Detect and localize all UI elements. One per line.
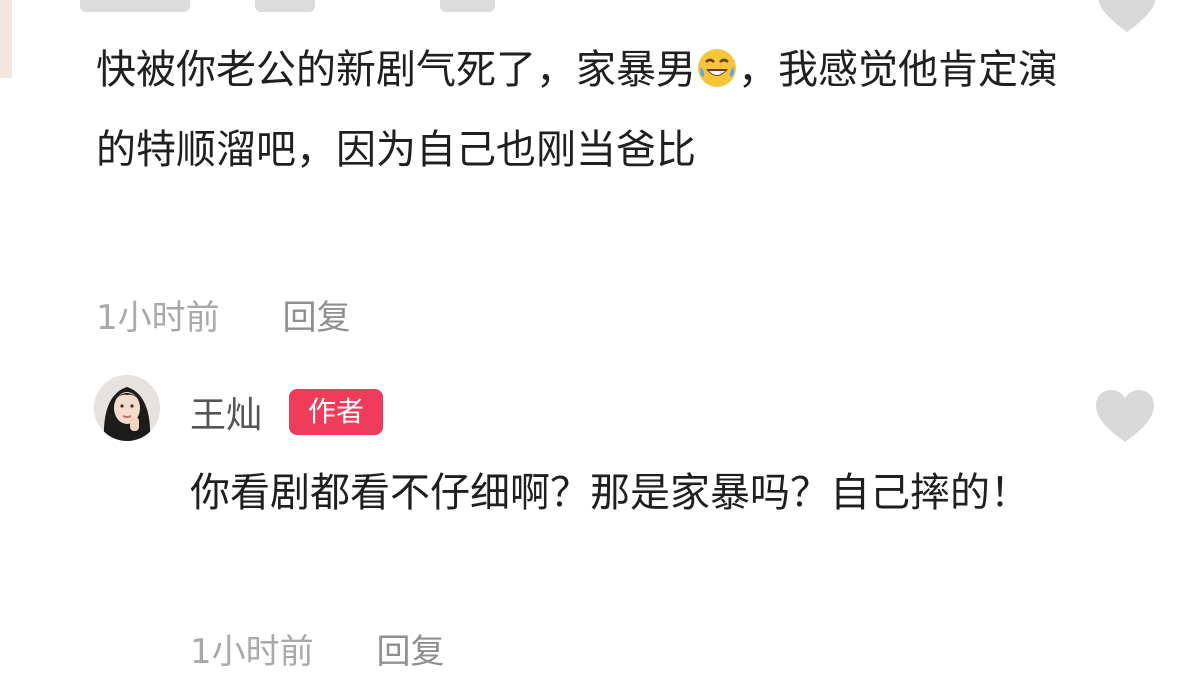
reply-text: 你看剧都看不仔细啊？那是家暴吗？自己摔的！ (190, 470, 1030, 516)
comment-text: 快被你老公的新剧气死了，家暴男 ，我感觉他肯定演的特顺溜吧，因为自己也刚当爸比 (96, 30, 1096, 190)
comment-meta: 1小时前 回复 (96, 290, 350, 339)
heart-icon[interactable] (1094, 388, 1156, 444)
comment-reply-button[interactable]: 回复 (282, 298, 350, 338)
cropped-top-bar (0, 0, 1197, 14)
reply-time: 1小时前 (190, 632, 314, 672)
author-badge: 作者 (289, 389, 383, 435)
comment-text-part-1: 快被你老公的新剧气死了，家暴男 (96, 47, 696, 93)
author-name[interactable]: 王灿 (190, 386, 262, 438)
rolling-on-floor-laughing-emoji (698, 49, 736, 87)
avatar[interactable] (94, 375, 160, 441)
heart-icon[interactable] (1096, 0, 1158, 34)
avatar-image (94, 375, 160, 441)
comment-time: 1小时前 (96, 298, 220, 338)
reply-reply-button[interactable]: 回复 (376, 632, 444, 672)
